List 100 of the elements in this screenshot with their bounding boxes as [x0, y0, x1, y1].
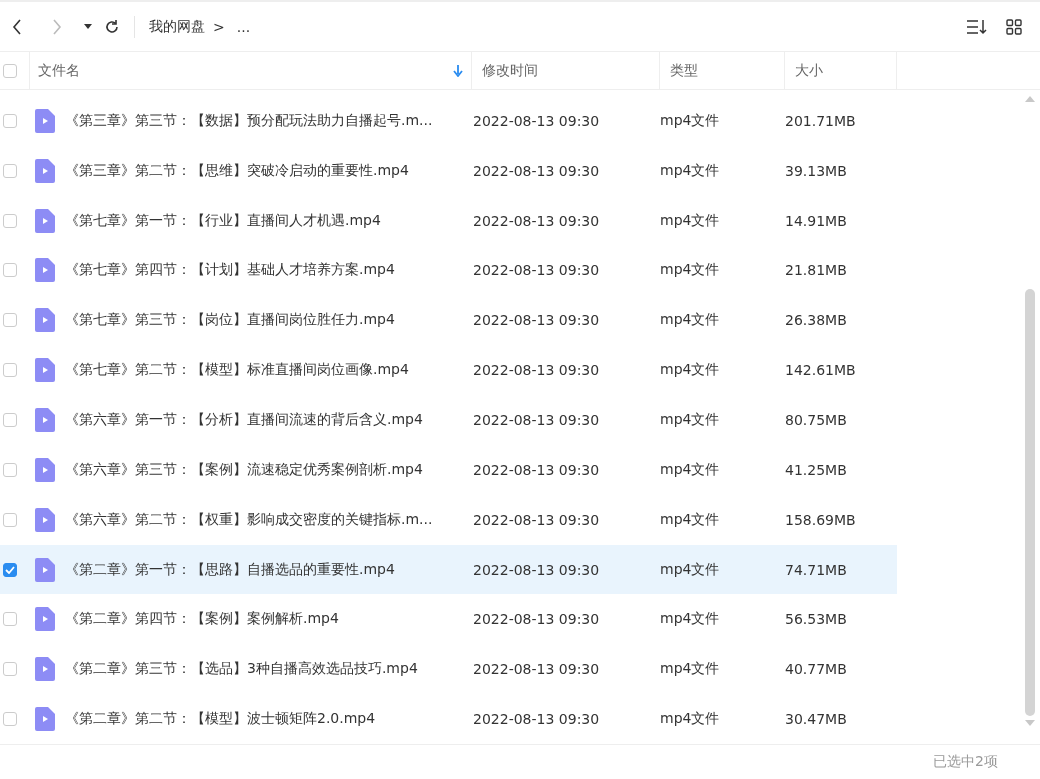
- file-type: mp4文件: [660, 361, 721, 380]
- modified-time: 2022-08-13 09:30: [473, 461, 601, 478]
- file-size: 56.53MB: [785, 611, 848, 628]
- file-name: 《第二章》第一节：【思路】自播选品的重要性.mp4: [65, 560, 396, 579]
- video-file-icon: [35, 707, 55, 732]
- video-file-icon: [35, 158, 55, 183]
- file-row[interactable]: 《第二章》第三节：【选品】3种自播高效选品技巧.mp4 2022-08-13 09:30 mp4文件 40.77MB: [0, 644, 897, 695]
- file-name: 《第六章》第二节：【权重】影响成交密度的关键指标.m...: [65, 510, 434, 529]
- video-file-icon: [35, 408, 55, 432]
- checkbox[interactable]: [3, 263, 17, 278]
- checkbox[interactable]: [3, 63, 17, 78]
- scroll-up-icon[interactable]: [1025, 96, 1035, 102]
- file-row[interactable]: 《第六章》第三节：【案例】流速稳定优秀案例剖析.mp4 2022-08-13 09:30 mp4文件 41.25MB: [0, 444, 897, 495]
- file-row[interactable]: 《第七章》第四节：【计划】基础人才培养方案.mp4 2022-08-13 09:30 mp4文件 21.81MB: [0, 245, 897, 296]
- checkbox[interactable]: [3, 612, 17, 627]
- file-name: 《第七章》第二节：【模型】标准直播间岗位画像.mp4: [65, 361, 410, 380]
- video-file-icon: [35, 507, 55, 532]
- modified-time: 2022-08-13 09:30: [473, 312, 601, 329]
- file-size: 80.75MB: [785, 412, 848, 428]
- modified-time: 2022-08-13 09:30: [473, 561, 601, 578]
- file-row[interactable]: 《第二章》第一节：【思路】自播选品的重要性.mp4 2022-08-13 09:30 mp4文件 74.71MB: [0, 544, 897, 595]
- file-size: 21.81MB: [785, 262, 848, 279]
- checkbox[interactable]: [3, 363, 17, 378]
- file-row[interactable]: 《第六章》第一节：【分析】直播间流速的背后含义.mp4 2022-08-13 09:30 mp4文件 80.75MB: [0, 395, 897, 445]
- file-size: 142.61MB: [785, 362, 857, 379]
- column-header[interactable]: 类型: [670, 61, 698, 80]
- file-name: 《第二章》第四节：【案例】案例解析.mp4: [65, 610, 340, 629]
- modified-time: 2022-08-13 09:30: [473, 511, 601, 528]
- video-file-icon: [35, 208, 55, 233]
- file-size: 26.38MB: [785, 312, 848, 329]
- file-type: mp4文件: [660, 560, 721, 579]
- file-name: 《第二章》第二节：【模型】波士顿矩阵2.0.mp4: [65, 710, 377, 729]
- checkbox[interactable]: [3, 113, 17, 128]
- file-row[interactable]: 《第三章》第三节：【数据】预分配玩法助力自播起号.m... 2022-08-13 09:30 mp4文件 201.71MB: [0, 96, 897, 146]
- back-button[interactable]: [12, 18, 22, 35]
- file-row[interactable]: 《第六章》第二节：【权重】影响成交密度的关键指标.m... 2022-08-13 09:30 mp4文件 158.69MB: [0, 494, 897, 545]
- file-row[interactable]: 《第七章》第二节：【模型】标准直播间岗位画像.mp4 2022-08-13 09:30 mp4文件 142.61MB: [0, 345, 897, 396]
- video-file-icon: [35, 358, 55, 383]
- breadcrumb-ellipsis: ...: [236, 18, 251, 35]
- video-file-icon: [35, 258, 55, 283]
- file-name: 《第七章》第一节：【行业】直播间人才机遇.mp4: [65, 211, 382, 230]
- checkbox[interactable]: [3, 662, 17, 677]
- file-name: 《第三章》第三节：【数据】预分配玩法助力自播起号.m...: [65, 111, 434, 130]
- file-name: 《第三章》第二节：【思维】突破冷启动的重要性.mp4: [65, 161, 410, 180]
- file-type: mp4文件: [660, 710, 721, 729]
- file-type: mp4文件: [660, 411, 721, 429]
- file-size: 41.25MB: [785, 461, 848, 478]
- grid-view-button[interactable]: [1006, 18, 1022, 35]
- dropdown-button[interactable]: [84, 23, 92, 30]
- video-file-icon: [35, 308, 55, 333]
- file-name: 《第六章》第三节：【案例】流速稳定优秀案例剖析.mp4: [65, 460, 424, 479]
- scrollbar-thumb[interactable]: [1025, 289, 1035, 716]
- file-type: mp4文件: [660, 460, 721, 479]
- sort-down-arrow-icon: [453, 64, 463, 77]
- modified-time: 2022-08-13 09:30: [473, 412, 601, 428]
- modified-time: 2022-08-13 09:30: [473, 611, 601, 628]
- video-file-icon: [35, 457, 55, 482]
- file-name: 《第七章》第四节：【计划】基础人才培养方案.mp4: [65, 261, 396, 280]
- checkbox[interactable]: [3, 562, 17, 577]
- file-type: mp4文件: [660, 111, 721, 130]
- file-row[interactable]: 《第七章》第三节：【岗位】直播间岗位胜任力.mp4 2022-08-13 09:30 mp4文件 26.38MB: [0, 295, 897, 346]
- selection-count: 已选中2项: [933, 753, 998, 771]
- modified-time: 2022-08-13 09:30: [473, 711, 601, 728]
- video-file-icon: [35, 607, 55, 632]
- scroll-down-icon[interactable]: [1025, 720, 1035, 726]
- file-name: 《第二章》第三节：【选品】3种自播高效选品技巧.mp4: [65, 660, 419, 679]
- column-header[interactable]: 大小: [795, 61, 823, 80]
- forward-button[interactable]: [52, 18, 62, 35]
- checkbox[interactable]: [3, 313, 17, 328]
- breadcrumb-separator: >: [213, 18, 225, 35]
- checkbox[interactable]: [3, 413, 17, 427]
- file-type: mp4文件: [660, 660, 721, 679]
- checkbox[interactable]: [3, 213, 17, 228]
- column-header[interactable]: 修改时间: [482, 61, 538, 80]
- file-row[interactable]: 《第二章》第二节：【模型】波士顿矩阵2.0.mp4 2022-08-13 09:30 mp4文件 30.47MB: [0, 694, 897, 744]
- file-type: mp4文件: [660, 311, 721, 330]
- file-type: mp4文件: [660, 510, 721, 529]
- checkbox[interactable]: [3, 512, 17, 527]
- breadcrumb-link[interactable]: 我的网盘: [149, 17, 205, 36]
- modified-time: 2022-08-13 09:30: [473, 362, 601, 379]
- checkbox[interactable]: [3, 712, 17, 727]
- file-row[interactable]: 《第七章》第一节：【行业】直播间人才机遇.mp4 2022-08-13 09:30 mp4文件 14.91MB: [0, 195, 897, 246]
- sort-button[interactable]: [966, 18, 988, 35]
- column-header[interactable]: 文件名: [38, 61, 80, 80]
- refresh-button[interactable]: [104, 18, 120, 35]
- file-row[interactable]: 《第三章》第二节：【思维】突破冷启动的重要性.mp4 2022-08-13 09:30 mp4文件 39.13MB: [0, 145, 897, 196]
- checkbox[interactable]: [3, 163, 17, 178]
- file-size: 30.47MB: [785, 711, 848, 728]
- video-file-icon: [35, 557, 55, 582]
- file-size: 201.71MB: [785, 112, 857, 129]
- modified-time: 2022-08-13 09:30: [473, 212, 601, 229]
- file-size: 40.77MB: [785, 661, 848, 678]
- file-name: 《第七章》第三节：【岗位】直播间岗位胜任力.mp4: [65, 311, 396, 330]
- file-type: mp4文件: [660, 261, 721, 280]
- checkbox[interactable]: [3, 462, 17, 477]
- modified-time: 2022-08-13 09:30: [473, 162, 601, 179]
- file-row[interactable]: 《第二章》第四节：【案例】案例解析.mp4 2022-08-13 09:30 mp4文件 56.53MB: [0, 594, 897, 645]
- video-file-icon: [35, 108, 55, 133]
- file-type: mp4文件: [660, 161, 721, 180]
- modified-time: 2022-08-13 09:30: [473, 262, 601, 279]
